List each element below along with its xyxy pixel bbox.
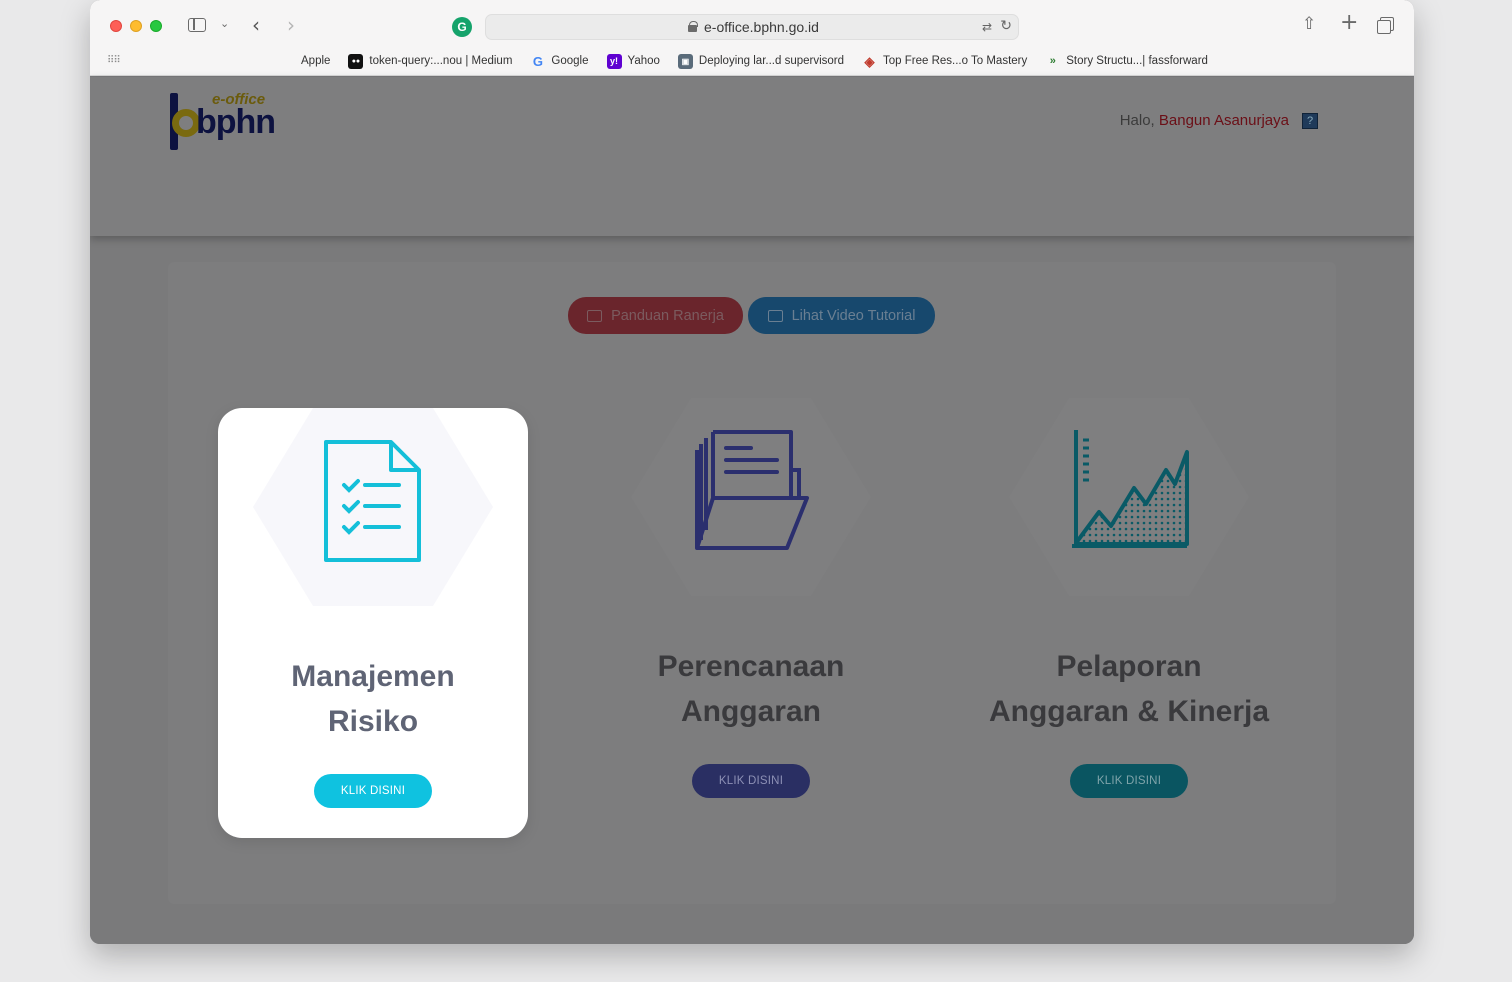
card-manajemen-risiko[interactable]: Manajemen Risiko KLIK DISINI [218, 408, 528, 838]
url-text[interactable]: e-office.bphn.go.id [704, 19, 819, 35]
tab-overview-icon[interactable] [1377, 17, 1394, 34]
card-title-line2: Anggaran & Kinerja [988, 695, 1270, 728]
bookmark-label: Deploying lar...d supervisord [698, 55, 845, 67]
checklist-icon [324, 440, 421, 562]
browser-toolbar: ⌄ ‹ › G e-office.bphn.go.id ⇄ ↻ ⇧ + ⠿⠿ A… [90, 0, 1414, 76]
bookmark-medium[interactable]: ●● token-query:...nou | Medium [348, 53, 513, 69]
klik-disini-button[interactable]: KLIK DISINI [314, 774, 432, 808]
card-title-line2: Risiko [327, 705, 419, 738]
card-title-line1: Perencanaan [657, 650, 845, 683]
lock-icon [688, 21, 698, 32]
card-title: Pelaporan Anggaran & Kinerja [974, 644, 1284, 734]
greeting-prefix: Halo, [1119, 112, 1155, 129]
bookmark-label: Yahoo [627, 55, 660, 67]
sidebar-toggle-icon[interactable] [188, 18, 206, 32]
area-chart-icon [1072, 430, 1189, 548]
bookmark-label: Apple [301, 55, 331, 67]
deploy-icon: ▣ [677, 53, 693, 69]
video-button-label: Lihat Video Tutorial [791, 307, 916, 324]
card-title: Manajemen Risiko [218, 654, 528, 744]
share-icon[interactable]: ⇧ [1302, 14, 1316, 34]
address-bar[interactable]: e-office.bphn.go.id ⇄ ↻ [485, 14, 1019, 40]
klik-disini-button[interactable]: KLIK DISINI [692, 764, 810, 798]
bookmark-ztm[interactable]: ◈ Top Free Res...o To Mastery [862, 53, 1028, 69]
back-icon[interactable]: ‹ [252, 13, 260, 37]
video-tutorial-button[interactable]: Lihat Video Tutorial [748, 297, 935, 334]
help-icon[interactable]: ? [1302, 113, 1318, 129]
card-title-line1: Pelaporan [1056, 650, 1202, 683]
reload-icon[interactable]: ↻ [1000, 18, 1012, 34]
action-buttons: Panduan Ranerja Lihat Video Tutorial [568, 297, 935, 334]
folder-icon [695, 430, 809, 550]
grammarly-icon[interactable]: G [452, 17, 472, 37]
bookmark-label: Top Free Res...o To Mastery [883, 55, 1028, 67]
bookmark-label: token-query:...nou | Medium [369, 55, 513, 67]
card-title-line1: Manajemen [291, 660, 455, 693]
bookmark-apple[interactable]: Apple [280, 54, 330, 69]
bookmarks-bar: Apple ●● token-query:...nou | Medium G Goo… [280, 52, 1226, 70]
grid-icon[interactable]: ⠿⠿ [107, 55, 121, 66]
chevron-down-icon[interactable]: ⌄ [220, 17, 229, 30]
ztm-icon: ◈ [864, 53, 875, 69]
bookmark-label: Google [551, 55, 589, 67]
apple-icon [280, 54, 295, 69]
card-perencanaan-anggaran[interactable]: Perencanaan Anggaran KLIK DISINI [596, 398, 906, 828]
minimize-window-icon[interactable] [130, 20, 142, 32]
medium-icon: ●● [348, 53, 364, 69]
card-title-line2: Anggaran [680, 695, 821, 728]
translate-icon[interactable]: ⇄ [982, 20, 992, 34]
bookmark-story[interactable]: » Story Structu...| fassforward [1045, 54, 1208, 69]
google-icon: G [532, 53, 543, 69]
browser-window: ⌄ ‹ › G e-office.bphn.go.id ⇄ ↻ ⇧ + ⠿⠿ A… [90, 0, 1414, 944]
guide-button-label: Panduan Ranerja [611, 307, 724, 324]
user-greeting: Halo, Bangun Asanurjaya [1120, 112, 1289, 129]
yahoo-icon: y! [606, 53, 622, 69]
bphn-logo[interactable]: e-office bphn [170, 91, 290, 151]
bookmark-deploy[interactable]: ▣ Deploying lar...d supervisord [677, 53, 845, 69]
klik-disini-button[interactable]: KLIK DISINI [1070, 764, 1188, 798]
bookmark-label: Story Structu...| fassforward [1066, 55, 1208, 67]
page-content: e-office bphn Halo, Bangun Asanurjaya ? … [90, 77, 1414, 944]
close-window-icon[interactable] [110, 20, 122, 32]
bookmark-google[interactable]: G Google [530, 53, 589, 69]
card-pelaporan-anggaran-kinerja[interactable]: Pelaporan Anggaran & Kinerja KLIK DISINI [974, 398, 1284, 828]
play-video-icon [767, 309, 783, 322]
site-header: e-office bphn Halo, Bangun Asanurjaya ? [90, 77, 1414, 236]
forward-icon[interactable]: › [287, 13, 295, 37]
bookmark-yahoo[interactable]: y! Yahoo [606, 53, 660, 69]
logo-main-text: bphn [196, 103, 276, 141]
guide-button[interactable]: Panduan Ranerja [568, 297, 743, 334]
story-icon: » [1049, 54, 1056, 67]
zoom-window-icon[interactable] [150, 20, 162, 32]
new-tab-icon[interactable]: + [1340, 10, 1358, 35]
book-icon [587, 309, 603, 322]
user-name[interactable]: Bangun Asanurjaya [1159, 112, 1289, 129]
card-title: Perencanaan Anggaran [596, 644, 906, 734]
